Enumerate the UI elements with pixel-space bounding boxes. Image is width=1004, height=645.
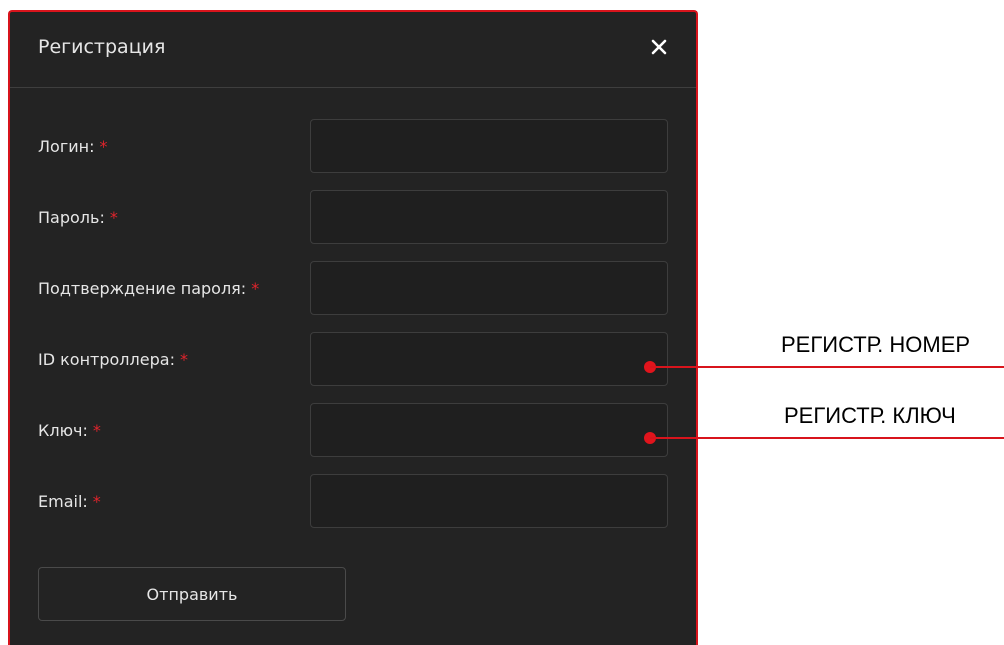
callout-line-registration-number bbox=[650, 366, 1004, 368]
close-icon bbox=[651, 39, 667, 55]
confirm-password-label: Подтверждение пароля: * bbox=[38, 279, 259, 298]
required-marker: * bbox=[92, 421, 101, 440]
callout-line-registration-key bbox=[650, 437, 1004, 439]
required-marker: * bbox=[179, 350, 188, 369]
registration-dialog: Регистрация Логин: * Пароль: * Подтвержден… bbox=[8, 10, 698, 645]
login-label: Логин: * bbox=[38, 137, 107, 156]
page: Регистрация Логин: * Пароль: * Подтвержден… bbox=[0, 0, 1004, 645]
key-input[interactable] bbox=[310, 403, 668, 457]
dialog-title: Регистрация bbox=[38, 36, 166, 58]
key-label-text: Ключ: bbox=[38, 421, 88, 440]
login-input[interactable] bbox=[310, 119, 668, 173]
login-label-text: Логин: bbox=[38, 137, 95, 156]
email-input[interactable] bbox=[310, 474, 668, 528]
password-label-text: Пароль: bbox=[38, 208, 105, 227]
required-marker: * bbox=[109, 208, 118, 227]
callout-label-registration-number: РЕГИСТР. НОМЕР bbox=[781, 332, 971, 357]
required-marker: * bbox=[92, 492, 101, 511]
close-button[interactable] bbox=[644, 32, 674, 62]
email-label: Email: * bbox=[38, 492, 101, 511]
email-label-text: Email: bbox=[38, 492, 88, 511]
controller-id-label: ID контроллера: * bbox=[38, 350, 188, 369]
password-input[interactable] bbox=[310, 190, 668, 244]
submit-button[interactable]: Отправить bbox=[38, 567, 346, 621]
password-label: Пароль: * bbox=[38, 208, 118, 227]
callout-label-registration-key: РЕГИСТР. КЛЮЧ bbox=[784, 403, 956, 428]
controller-id-label-text: ID контроллера: bbox=[38, 350, 175, 369]
confirm-password-label-text: Подтверждение пароля: bbox=[38, 279, 247, 298]
controller-id-input[interactable] bbox=[310, 332, 668, 386]
required-marker: * bbox=[99, 137, 108, 156]
required-marker: * bbox=[251, 279, 260, 298]
confirm-password-input[interactable] bbox=[310, 261, 668, 315]
dialog-header: Регистрация bbox=[10, 12, 696, 88]
key-label: Ключ: * bbox=[38, 421, 101, 440]
